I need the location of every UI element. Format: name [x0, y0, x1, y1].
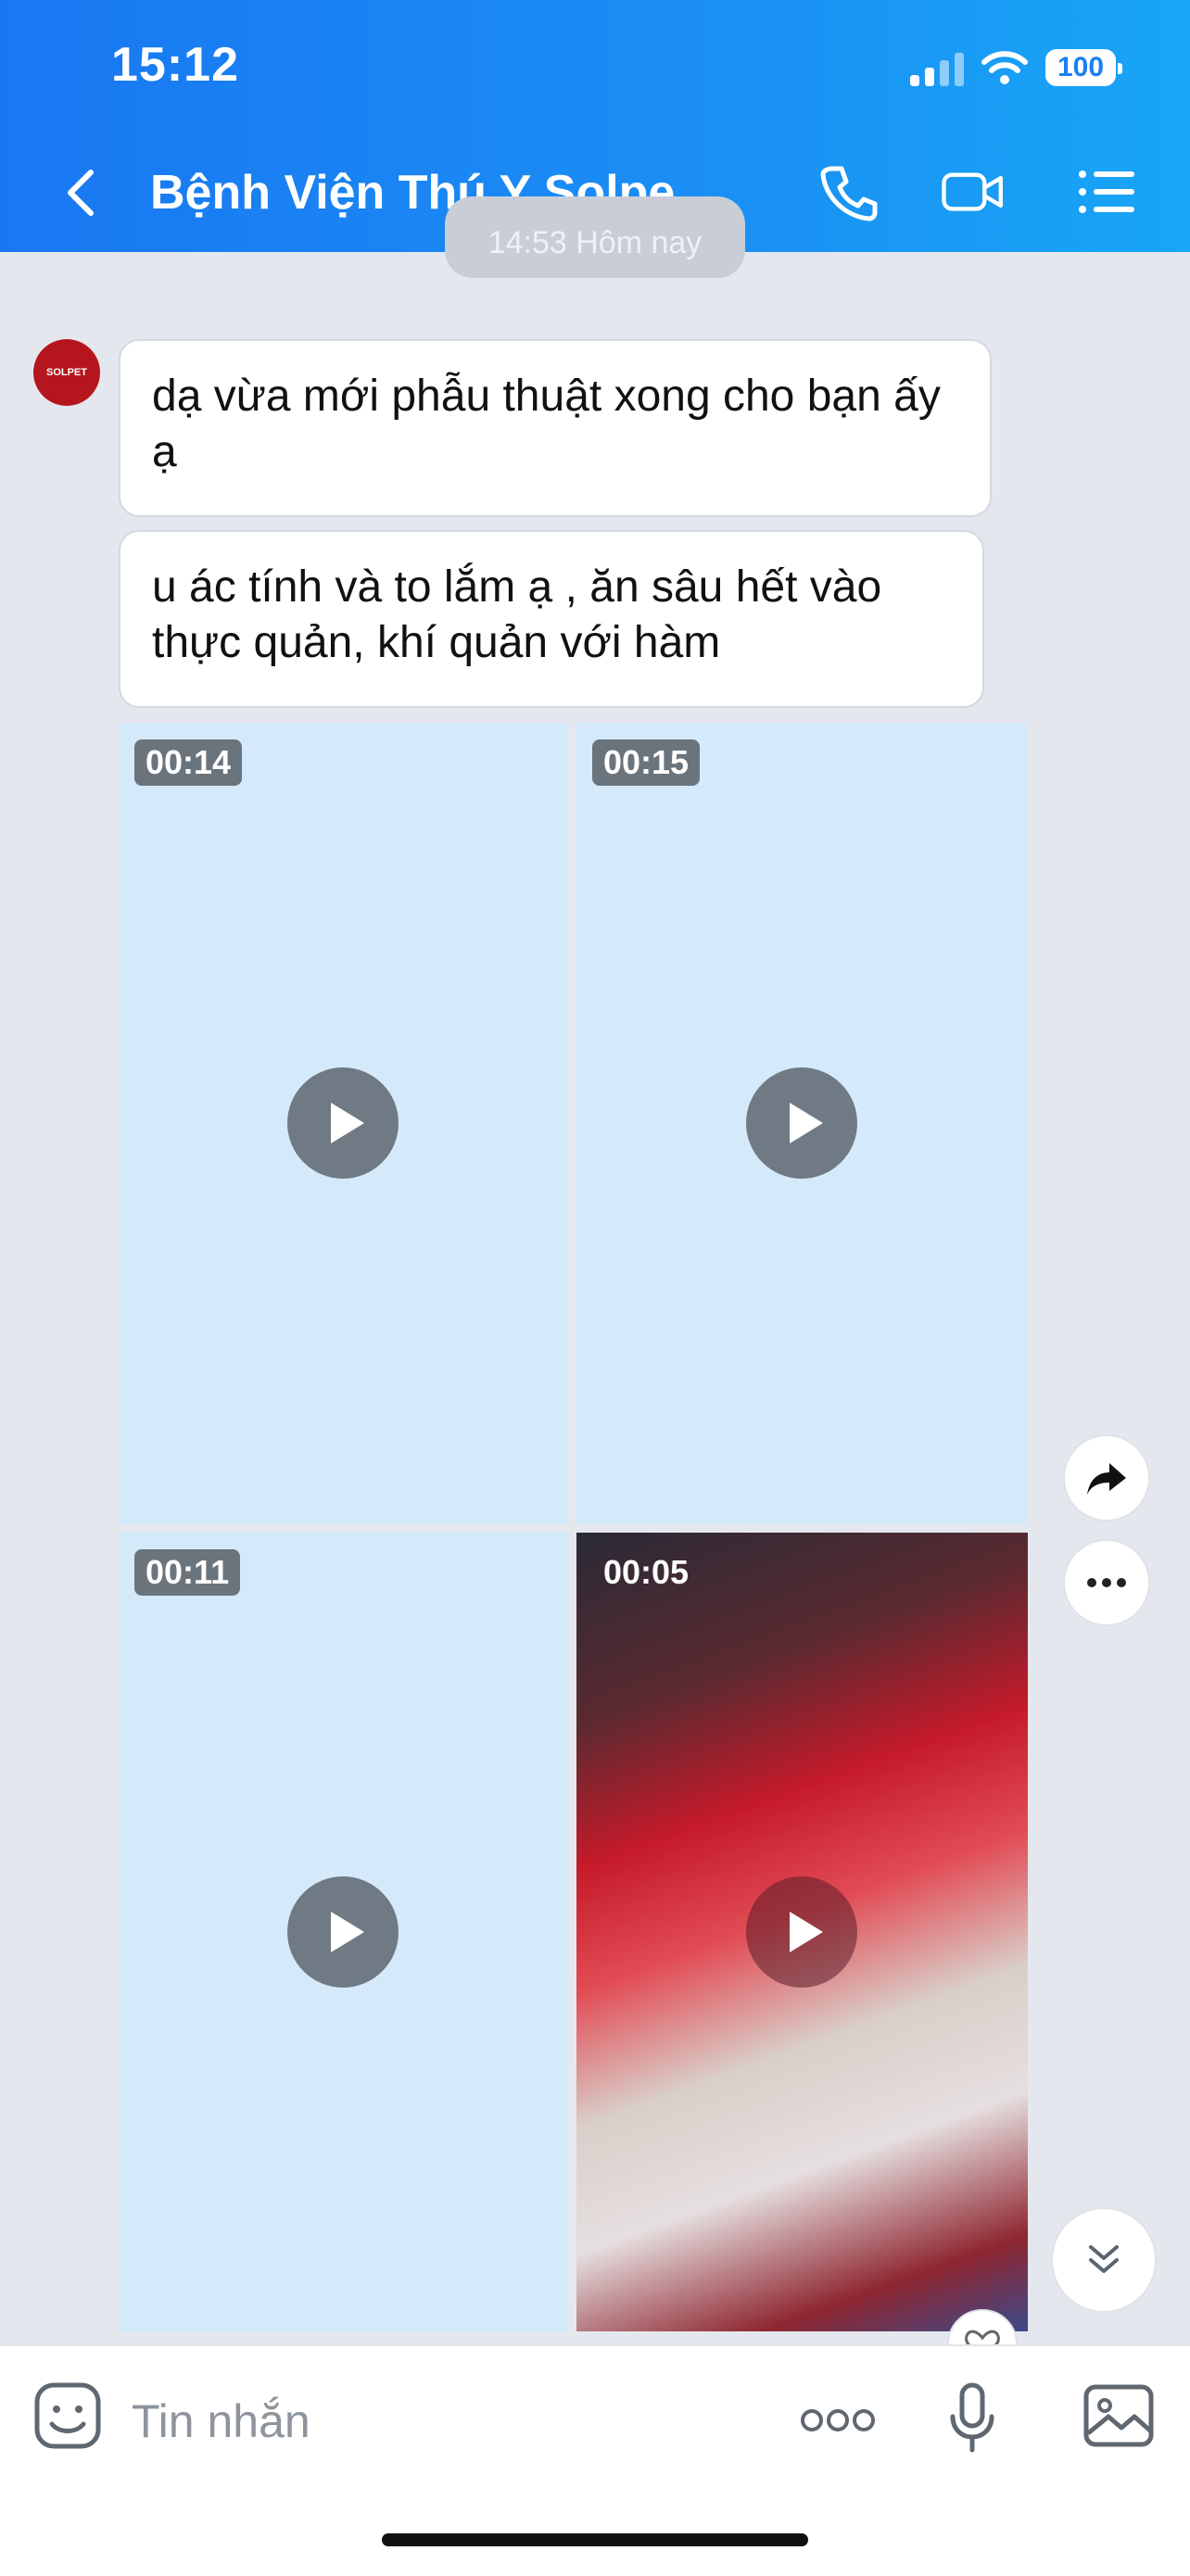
gallery-icon[interactable]	[1082, 2383, 1155, 2448]
more-icon[interactable]	[801, 2407, 875, 2433]
message-bubble[interactable]: dạ vừa mới phẫu thuật xong cho bạn ấy ạ	[119, 339, 992, 517]
video-duration: 00:14	[134, 739, 243, 786]
status-icons: 100	[910, 44, 1122, 91]
video-duration: 00:05	[603, 1553, 690, 1591]
avatar[interactable]: SOLPET	[33, 339, 100, 406]
video-thumbnail[interactable]: 00:11	[119, 1533, 568, 2331]
signal-icon	[910, 49, 964, 86]
play-icon[interactable]	[287, 1067, 399, 1179]
double-chevron-down-icon	[1089, 2245, 1119, 2273]
battery-icon: 100	[1045, 49, 1122, 86]
home-indicator	[382, 2533, 808, 2546]
play-icon[interactable]	[746, 1067, 857, 1179]
video-thumbnail[interactable]: 00:05	[576, 1533, 1028, 2331]
play-icon[interactable]	[287, 1876, 399, 1988]
status-time: 15:12	[111, 38, 239, 92]
video-call-icon[interactable]	[941, 159, 1006, 224]
more-dots-icon	[1087, 1578, 1126, 1587]
video-duration: 00:15	[592, 739, 701, 786]
sticker-icon[interactable]	[33, 2381, 102, 2450]
message-input[interactable]	[130, 2383, 690, 2459]
video-thumbnail[interactable]: 00:15	[576, 723, 1028, 1524]
video-thumbnail[interactable]: 00:14	[119, 723, 568, 1524]
timestamp-pill: 14:53 Hôm nay	[445, 196, 745, 278]
message-bubble[interactable]: u ác tính và to lắm ạ , ăn sâu hết vào t…	[119, 530, 984, 708]
play-icon[interactable]	[746, 1876, 857, 1988]
menu-list-icon[interactable]	[1075, 159, 1140, 224]
microphone-icon[interactable]	[949, 2381, 995, 2456]
more-options-button[interactable]	[1063, 1539, 1150, 1626]
phone-call-icon[interactable]	[816, 159, 880, 224]
wifi-icon	[981, 51, 1028, 84]
video-duration: 00:11	[134, 1549, 241, 1596]
scroll-down-button[interactable]	[1051, 2207, 1157, 2313]
share-arrow-icon	[1087, 1463, 1126, 1495]
back-icon[interactable]	[54, 165, 109, 221]
share-button[interactable]	[1063, 1434, 1150, 1522]
